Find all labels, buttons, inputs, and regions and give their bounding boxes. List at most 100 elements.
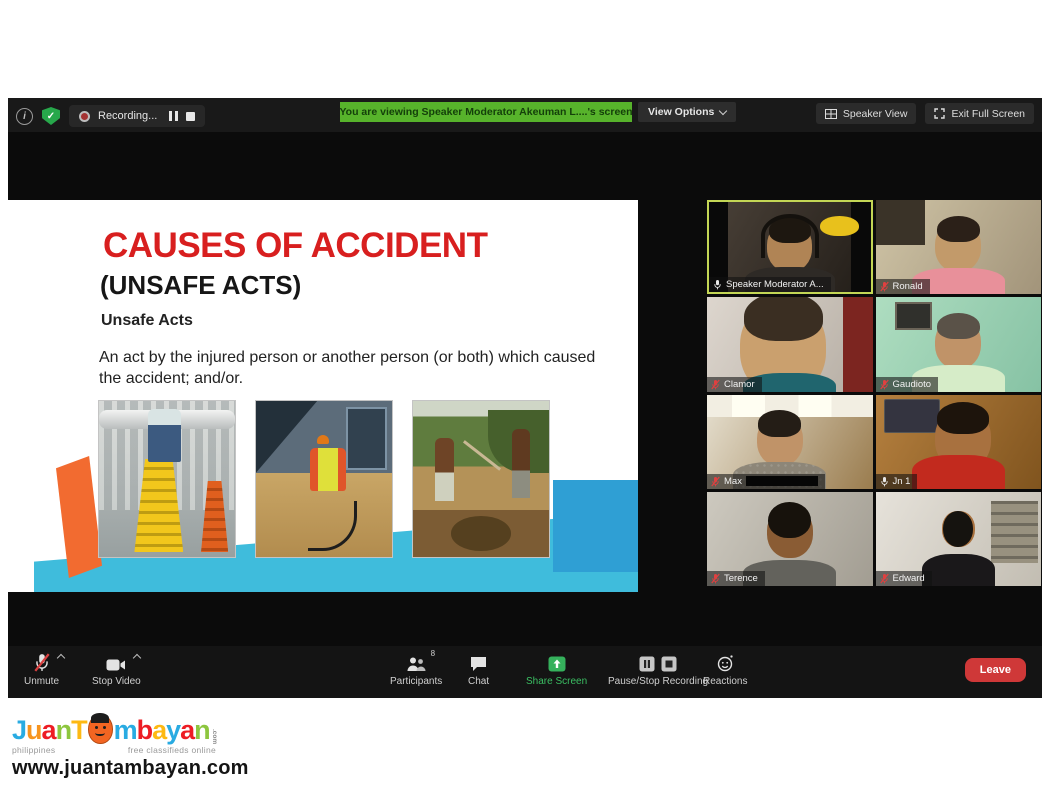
exit-full-screen-label: Exit Full Screen bbox=[951, 108, 1025, 120]
reactions-button[interactable]: Reactions bbox=[703, 653, 747, 687]
participants-button[interactable]: 8 Participants bbox=[390, 653, 442, 687]
reactions-label: Reactions bbox=[703, 676, 747, 687]
participant-name-label: Jn 1 bbox=[876, 474, 918, 489]
participant-name: Terence bbox=[724, 573, 758, 584]
participant-name: Edward bbox=[893, 573, 925, 584]
watermark-url: www.juantambayan.com bbox=[12, 757, 222, 780]
participants-label: Participants bbox=[390, 676, 442, 687]
juantambayan-watermark: JuanT mbayan .com philippines free class… bbox=[12, 708, 222, 780]
participant-name-label: Speaker Moderator A... bbox=[709, 277, 831, 292]
unmute-label: Unmute bbox=[24, 676, 59, 687]
logo-letter: a bbox=[180, 715, 194, 745]
mic-status-icon bbox=[711, 379, 720, 390]
participant-tile[interactable]: Terence bbox=[707, 492, 873, 586]
recording-label: Recording... bbox=[98, 110, 157, 122]
chevron-down-icon bbox=[719, 106, 727, 114]
speaker-view-label: Speaker View bbox=[843, 108, 908, 120]
mic-status-icon bbox=[880, 281, 889, 292]
mic-status-icon bbox=[880, 379, 889, 390]
participant-name: Jn 1 bbox=[893, 476, 911, 487]
logo-letter: n bbox=[194, 715, 210, 745]
leave-button[interactable]: Leave bbox=[965, 658, 1026, 682]
recording-dot-icon bbox=[79, 111, 90, 122]
share-screen-icon bbox=[548, 653, 566, 672]
pause-stop-recording-label: Pause/Stop Recording bbox=[608, 676, 708, 687]
view-options-button[interactable]: View Options bbox=[638, 102, 736, 122]
logo-letter: y bbox=[166, 715, 180, 745]
slide-photo-ladder bbox=[98, 400, 236, 558]
share-screen-button[interactable]: Share Screen bbox=[526, 653, 587, 687]
participant-tile[interactable]: Ronald bbox=[876, 200, 1042, 294]
zoom-meeting-window: i ✓ Recording... You are viewing Speaker… bbox=[8, 98, 1042, 698]
exit-full-screen-button[interactable]: Exit Full Screen bbox=[925, 103, 1034, 124]
logo-suffix: .com bbox=[211, 729, 218, 744]
chat-label: Chat bbox=[468, 676, 489, 687]
shared-screen-slide: CAUSES OF ACCIDENT (UNSAFE ACTS) Unsafe … bbox=[8, 200, 638, 592]
logo-letters-before: JuanT bbox=[12, 717, 87, 744]
view-options-label: View Options bbox=[648, 106, 714, 118]
meeting-content-area: CAUSES OF ACCIDENT (UNSAFE ACTS) Unsafe … bbox=[8, 132, 1042, 646]
unmute-options-caret[interactable] bbox=[56, 654, 64, 662]
logo-letters-after: mbayan bbox=[114, 717, 210, 744]
participants-count-badge: 8 bbox=[431, 649, 435, 658]
slide-title: CAUSES OF ACCIDENT bbox=[103, 226, 487, 266]
viewing-screen-banner: You are viewing Speaker Moderator Akeuma… bbox=[340, 102, 632, 122]
participant-name-label: Max bbox=[707, 474, 825, 489]
mascot-icon bbox=[88, 714, 113, 744]
participant-grid: Speaker Moderator A... bbox=[707, 200, 1041, 586]
pause-recording-toolbar-icon[interactable] bbox=[639, 656, 655, 672]
mic-status-icon bbox=[880, 476, 889, 487]
top-bar-left-group: i ✓ Recording... bbox=[16, 105, 205, 127]
info-icon[interactable]: i bbox=[16, 108, 33, 125]
slide-body-text: An act by the injured person or another … bbox=[99, 347, 599, 389]
logo-letter: J bbox=[12, 715, 26, 745]
encryption-shield-icon[interactable]: ✓ bbox=[42, 107, 60, 125]
unmute-button[interactable]: Unmute bbox=[24, 653, 59, 687]
logo-letter: m bbox=[114, 715, 137, 745]
logo-taglines: philippines free classifieds online bbox=[12, 745, 216, 755]
participants-icon: 8 bbox=[405, 653, 427, 672]
participant-name-label: Edward bbox=[876, 571, 932, 586]
top-bar-right-group: Speaker View Exit Full Screen bbox=[816, 103, 1034, 124]
pause-stop-recording-button[interactable]: Pause/Stop Recording bbox=[608, 653, 708, 687]
pause-recording-icon[interactable] bbox=[169, 111, 178, 121]
slide-blue-rectangle-decoration bbox=[553, 480, 638, 572]
mic-status-icon bbox=[880, 573, 889, 584]
speaker-view-button[interactable]: Speaker View bbox=[816, 103, 917, 124]
mic-status-icon bbox=[711, 573, 720, 584]
slide-subtitle: (UNSAFE ACTS) bbox=[100, 270, 301, 301]
video-options-caret[interactable] bbox=[133, 654, 141, 662]
juantambayan-logo: JuanT mbayan .com bbox=[12, 708, 222, 744]
participant-name-label: Clamor bbox=[707, 377, 762, 392]
participant-tile[interactable]: Edward bbox=[876, 492, 1042, 586]
participant-tile[interactable]: Speaker Moderator A... bbox=[707, 200, 873, 294]
stop-recording-icon[interactable] bbox=[186, 112, 195, 121]
participant-name: Gaudioto bbox=[893, 379, 932, 390]
logo-letter: a bbox=[42, 715, 56, 745]
slide-heading: Unsafe Acts bbox=[101, 312, 193, 330]
participant-tile[interactable]: Jn 1 bbox=[876, 395, 1042, 489]
stop-video-label: Stop Video bbox=[92, 676, 141, 687]
stop-recording-toolbar-icon[interactable] bbox=[661, 656, 677, 672]
meeting-toolbar: Unmute Stop Video bbox=[8, 646, 1042, 698]
participant-tile[interactable]: Max bbox=[707, 395, 873, 489]
participant-tile[interactable]: Gaudioto bbox=[876, 297, 1042, 391]
participant-tile[interactable]: Clamor bbox=[707, 297, 873, 391]
participant-name: Ronald bbox=[893, 281, 923, 292]
recording-indicator: Recording... bbox=[69, 105, 205, 127]
camera-icon bbox=[106, 653, 126, 672]
participant-name-label: Ronald bbox=[876, 279, 930, 294]
muted-mic-icon bbox=[34, 653, 50, 672]
participant-name-label: Gaudioto bbox=[876, 377, 939, 392]
tagline-philippines: philippines bbox=[12, 745, 55, 755]
participant-name-label: Terence bbox=[707, 571, 765, 586]
logo-letter: u bbox=[26, 715, 42, 745]
slide-photo-hivis-worker bbox=[255, 400, 393, 558]
meeting-top-bar: i ✓ Recording... You are viewing Speaker… bbox=[8, 98, 1042, 132]
logo-letter: a bbox=[152, 715, 166, 745]
grid-view-icon bbox=[825, 109, 837, 119]
chat-button[interactable]: Chat bbox=[468, 653, 489, 687]
logo-letter: b bbox=[137, 715, 153, 745]
stop-video-button[interactable]: Stop Video bbox=[92, 653, 141, 687]
screenshot-page: i ✓ Recording... You are viewing Speaker… bbox=[0, 0, 1050, 788]
